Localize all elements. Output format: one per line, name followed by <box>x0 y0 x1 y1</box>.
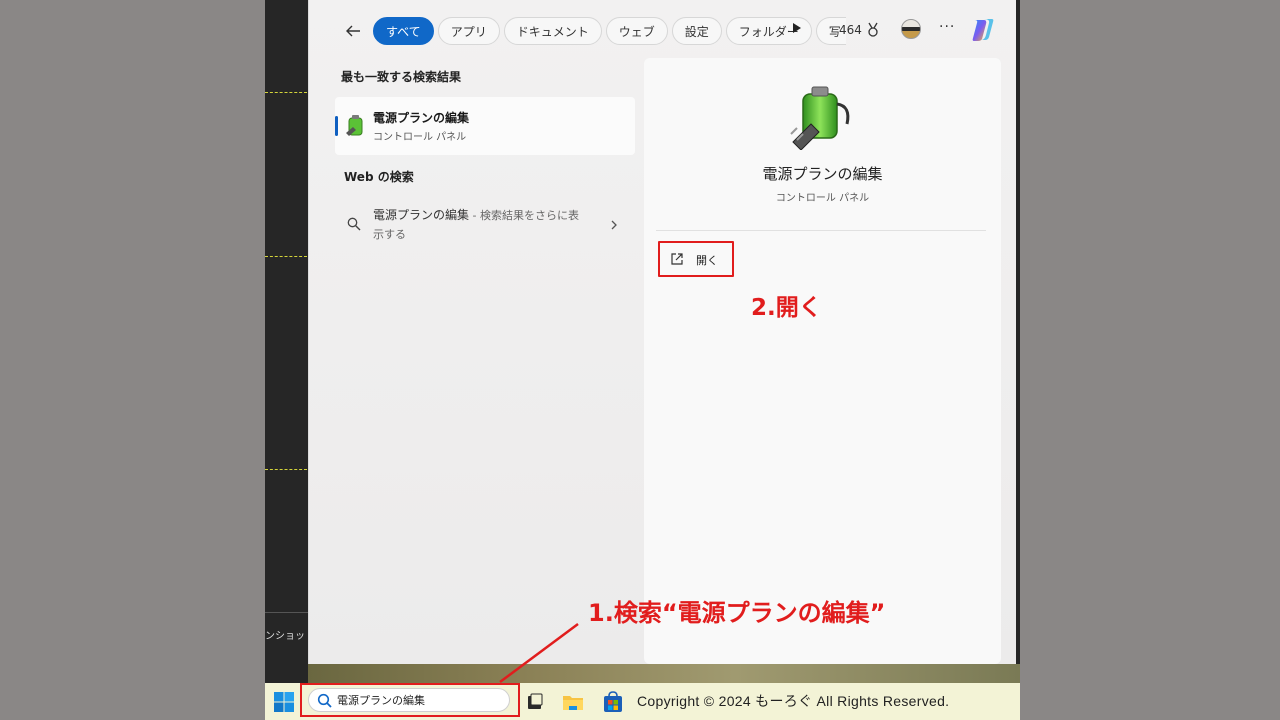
result-preview: 電源プランの編集 コントロール パネル 開く 2.開く <box>644 58 1001 664</box>
search-icon <box>347 217 361 231</box>
chip-web[interactable]: ウェブ <box>605 17 668 45</box>
web-result-item[interactable]: 電源プランの編集 - 検索結果をさらに表 示する <box>335 204 635 244</box>
open-button[interactable]: 開く <box>658 241 734 277</box>
desktop-window-label: ンショット <box>265 631 309 642</box>
preview-subtitle: コントロール パネル <box>775 193 870 204</box>
web-result-hint-cont: 示する <box>373 228 406 241</box>
more-options-button[interactable]: ··· <box>939 19 955 35</box>
microsoft-store-icon[interactable] <box>601 690 625 714</box>
file-explorer-icon[interactable] <box>561 690 585 714</box>
selection-indicator <box>335 116 338 136</box>
points-value: 464 <box>839 23 862 37</box>
web-result-hint: - 検索結果をさらに表 <box>469 209 579 222</box>
chevron-right-icon <box>611 220 617 230</box>
chip-all[interactable]: すべて <box>373 17 434 45</box>
taskbar: Copyright © 2024 もーろぐ All Rights Reserve… <box>265 683 1020 720</box>
taskbar-search-box[interactable] <box>308 688 510 712</box>
best-match-title: 電源プランの編集 <box>373 111 470 125</box>
desktop-divider <box>265 612 309 613</box>
web-search-heading: Web の検索 <box>344 170 414 184</box>
power-options-icon <box>346 115 363 136</box>
search-icon <box>317 693 332 708</box>
desktop-guide-line <box>265 92 307 93</box>
power-options-icon <box>790 86 850 150</box>
preview-title: 電源プランの編集 <box>762 165 883 183</box>
back-button[interactable] <box>341 19 365 43</box>
scroll-right-icon[interactable] <box>793 23 801 33</box>
chip-documents[interactable]: ドキュメント <box>503 17 602 45</box>
user-avatar[interactable] <box>901 19 921 39</box>
best-match-heading: 最も一致する検索結果 <box>341 70 462 84</box>
windows-start-icon[interactable] <box>273 691 295 713</box>
web-result-text: 電源プランの編集 <box>373 208 470 222</box>
rewards-medal-icon <box>868 22 878 37</box>
search-highlight-frame <box>300 683 520 717</box>
best-match-subtitle: コントロール パネル <box>373 132 467 143</box>
arrow-left-icon <box>346 25 360 37</box>
desktop-guide-line <box>265 256 307 257</box>
annotation-step2: 2.開く <box>751 295 822 321</box>
annotation-step1: 1.検索“電源プランの編集” <box>588 599 886 627</box>
copyright-watermark: Copyright © 2024 もーろぐ All Rights Reserve… <box>637 693 950 709</box>
copilot-icon[interactable] <box>970 17 996 43</box>
open-external-icon <box>671 253 683 265</box>
chip-settings[interactable]: 設定 <box>671 17 722 45</box>
chip-apps[interactable]: アプリ <box>437 17 500 45</box>
filter-chips: すべて アプリ ドキュメント ウェブ 設定 フォルダー 写 <box>373 17 846 45</box>
search-panel: すべて アプリ ドキュメント ウェブ 設定 フォルダー 写 464 ··· 最も… <box>308 0 1016 664</box>
taskbar-search-input[interactable] <box>337 692 507 708</box>
best-match-result[interactable]: 電源プランの編集 コントロール パネル <box>335 97 635 155</box>
preview-divider <box>656 230 986 231</box>
filter-bar: すべて アプリ ドキュメント ウェブ 設定 フォルダー 写 464 ··· <box>309 12 1017 50</box>
desktop-guide-line <box>265 469 307 470</box>
task-view-icon[interactable] <box>523 690 547 714</box>
rewards-points[interactable]: 464 <box>839 22 880 38</box>
open-label: 開く <box>696 254 718 267</box>
